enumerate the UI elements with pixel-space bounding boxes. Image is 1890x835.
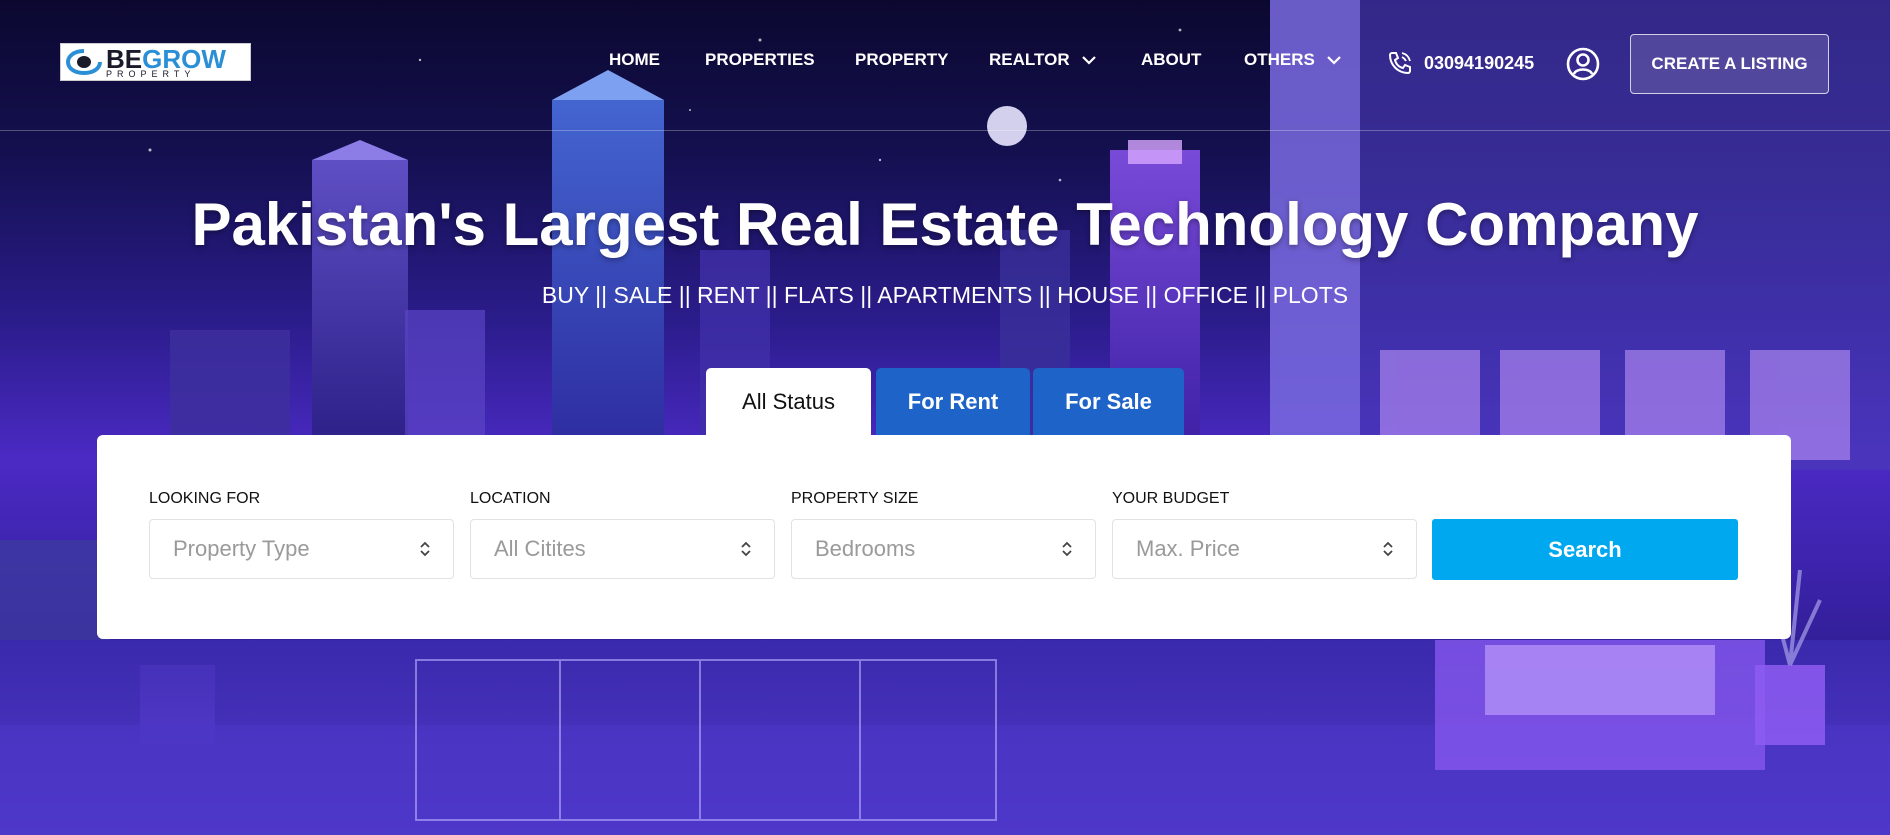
top-navigation-bar: BEGROW PROPERTY HOME PROPERTIES PROPERTY… — [0, 0, 1890, 131]
property-type-select[interactable]: Property Type — [149, 519, 454, 579]
nav-properties-label: PROPERTIES — [705, 50, 815, 69]
user-account-icon[interactable] — [1566, 47, 1600, 81]
location-value: All Citites — [494, 536, 586, 561]
hero-subtitle: BUY || SALE || RENT || FLATS || APARTMEN… — [541, 282, 1349, 308]
field-property-size: PROPERTY SIZE Bedrooms — [791, 490, 1096, 579]
brand-tagline: PROPERTY — [106, 68, 196, 79]
hero-title: Pakistan's Largest Real Estate Technolog… — [191, 191, 1699, 258]
looking-for-label: LOOKING FOR — [149, 490, 261, 507]
chevron-down-icon — [1327, 55, 1341, 65]
property-type-value: Property Type — [173, 536, 310, 561]
select-arrows-icon — [420, 541, 430, 557]
bedrooms-select[interactable]: Bedrooms — [791, 519, 1096, 579]
nav-property[interactable]: PROPERTY — [855, 50, 949, 70]
field-location: LOCATION All Citites — [470, 490, 775, 579]
nav-realtor[interactable]: REALTOR — [989, 50, 1096, 70]
chevron-down-icon — [1081, 55, 1096, 65]
phone-number: 03094190245 — [1424, 52, 1535, 73]
location-label: LOCATION — [470, 490, 551, 507]
nav-properties[interactable]: PROPERTIES — [705, 50, 815, 70]
nav-others[interactable]: OTHERS — [1244, 50, 1341, 70]
phone-icon — [1388, 52, 1411, 75]
tab-for-sale[interactable]: For Sale — [1033, 368, 1184, 436]
create-listing-button[interactable]: CREATE A LISTING — [1630, 34, 1829, 94]
budget-label: YOUR BUDGET — [1112, 490, 1230, 507]
phone-contact[interactable]: 03094190245 — [1386, 49, 1534, 77]
max-price-value: Max. Price — [1136, 536, 1240, 561]
field-looking-for: LOOKING FOR Property Type — [149, 490, 454, 579]
nav-realtor-label: REALTOR — [989, 50, 1070, 69]
nav-about-label: ABOUT — [1141, 50, 1202, 69]
status-tabs: All Status For Rent For Sale — [706, 368, 1184, 436]
select-arrows-icon — [1383, 541, 1393, 557]
search-button[interactable]: Search — [1432, 519, 1738, 580]
tab-for-rent[interactable]: For Rent — [876, 368, 1030, 436]
bedrooms-value: Bedrooms — [815, 536, 916, 561]
nav-about[interactable]: ABOUT — [1141, 50, 1201, 70]
nav-home[interactable]: HOME — [609, 50, 660, 70]
tab-all-status[interactable]: All Status — [706, 368, 871, 436]
brand-logo[interactable]: BEGROW PROPERTY — [60, 43, 251, 81]
brand-mark-icon — [65, 49, 102, 76]
max-price-select[interactable]: Max. Price — [1112, 519, 1417, 579]
nav-property-label: PROPERTY — [855, 50, 949, 69]
nav-others-label: OTHERS — [1244, 50, 1315, 69]
nav-home-label: HOME — [609, 50, 660, 69]
select-arrows-icon — [741, 541, 751, 557]
select-arrows-icon — [1062, 541, 1072, 557]
field-budget: YOUR BUDGET Max. Price — [1112, 490, 1417, 579]
hero-section: BEGROW PROPERTY HOME PROPERTIES PROPERTY… — [0, 0, 1890, 835]
location-select[interactable]: All Citites — [470, 519, 775, 579]
property-size-label: PROPERTY SIZE — [791, 490, 919, 507]
search-panel: LOOKING FOR Property Type LOCATION All C… — [97, 435, 1791, 639]
